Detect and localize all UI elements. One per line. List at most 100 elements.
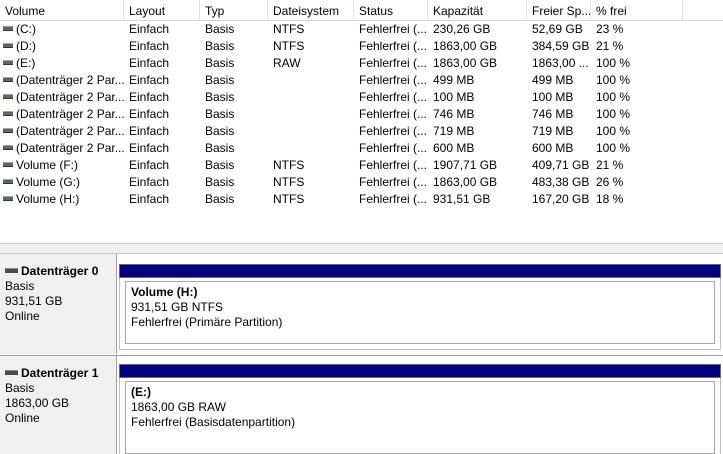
volume-free-space: 483,38 GB <box>532 175 590 189</box>
volume-name: (Datenträger 2 Par... <box>16 73 124 87</box>
volume-capacity: 719 MB <box>433 124 475 138</box>
volume-typ: Basis <box>205 158 235 172</box>
volume-layout: Einfach <box>129 141 170 155</box>
volume-free-space: 100 MB <box>532 90 574 104</box>
drive-icon <box>3 111 13 116</box>
volume-percent-free: 21 % <box>596 158 624 172</box>
disk-label[interactable]: Datenträger 1 Basis 1863,00 GB Online <box>0 356 117 454</box>
partition-status: Fehlerfrei (Primäre Partition) <box>131 315 283 329</box>
volume-typ: Basis <box>205 107 235 121</box>
drive-icon <box>3 94 13 99</box>
volume-name: (Datenträger 2 Par... <box>16 124 124 138</box>
volume-filesystem <box>268 140 354 157</box>
volume-row[interactable]: Volume (F:) Einfach Basis NTFS Fehlerfre… <box>0 157 723 174</box>
column-header-prozent-frei[interactable]: % frei <box>591 0 683 21</box>
volume-typ: Basis <box>205 39 235 53</box>
volume-filesystem: RAW <box>273 56 301 70</box>
volume-typ: Basis <box>205 90 235 104</box>
volume-status: Fehlerfrei (... <box>359 56 428 70</box>
volume-typ: Basis <box>205 124 235 138</box>
column-header-status[interactable]: Status <box>354 0 428 21</box>
volume-typ: Basis <box>205 141 235 155</box>
disk-row-1: Datenträger 1 Basis 1863,00 GB Online (E… <box>0 356 723 454</box>
volume-name: (C:) <box>16 22 36 36</box>
volume-name: (D:) <box>16 39 36 53</box>
volume-status: Fehlerfrei (... <box>359 107 428 121</box>
volume-row[interactable]: (Datenträger 2 Par... Einfach Basis Fehl… <box>0 140 723 157</box>
volume-row[interactable]: Volume (G:) Einfach Basis NTFS Fehlerfre… <box>0 174 723 191</box>
volume-list[interactable]: Volume Layout Typ Dateisystem Status Kap… <box>0 0 723 243</box>
drive-icon <box>3 43 13 48</box>
volume-row[interactable]: (C:) Einfach Basis NTFS Fehlerfrei (... … <box>0 21 723 38</box>
disk-state: Online <box>5 309 40 323</box>
disk-name: Datenträger 1 <box>21 366 99 380</box>
disk-size: 1863,00 GB <box>5 396 70 410</box>
column-header-kapazitaet[interactable]: Kapazität <box>428 0 527 21</box>
volume-layout: Einfach <box>129 175 170 189</box>
volume-status: Fehlerfrei (... <box>359 22 428 36</box>
partition-detail: 931,51 GB NTFS <box>131 300 224 314</box>
disk-state: Online <box>5 411 40 425</box>
drive-icon <box>3 26 13 31</box>
pane-splitter[interactable] <box>0 243 723 254</box>
volume-row[interactable]: (E:) Einfach Basis RAW Fehlerfrei (... 1… <box>0 55 723 72</box>
column-header-typ[interactable]: Typ <box>200 0 268 21</box>
volume-name: (Datenträger 2 Par... <box>16 107 124 121</box>
drive-icon <box>3 145 13 150</box>
column-header-freier-speicher[interactable]: Freier Sp... <box>527 0 591 21</box>
volume-free-space: 746 MB <box>532 107 574 121</box>
volume-percent-free: 21 % <box>596 39 624 53</box>
volume-name: (Datenträger 2 Par... <box>16 141 124 155</box>
partition-block[interactable]: (E:) 1863,00 GB RAW Fehlerfrei (Basisdat… <box>119 378 721 454</box>
volume-name: Volume (H:) <box>16 192 80 206</box>
volume-filesystem: NTFS <box>273 158 305 172</box>
disk-view: Datenträger 0 Basis 931,51 GB Online Vol… <box>0 254 723 454</box>
disk-row-0: Datenträger 0 Basis 931,51 GB Online Vol… <box>0 254 723 354</box>
volume-free-space: 719 MB <box>532 124 574 138</box>
volume-capacity: 746 MB <box>433 107 475 121</box>
volume-row[interactable]: (Datenträger 2 Par... Einfach Basis Fehl… <box>0 72 723 89</box>
volume-status: Fehlerfrei (... <box>359 175 428 189</box>
volume-status: Fehlerfrei (... <box>359 192 428 206</box>
volume-layout: Einfach <box>129 39 170 53</box>
volume-capacity: 931,51 GB <box>433 192 491 206</box>
volume-percent-free: 23 % <box>596 22 624 36</box>
drive-icon <box>3 60 13 65</box>
partition-header-bar <box>119 364 721 378</box>
partition-detail: 1863,00 GB RAW <box>131 400 226 414</box>
partition-name: (E:) <box>131 385 151 399</box>
volume-status: Fehlerfrei (... <box>359 90 428 104</box>
volume-percent-free: 100 % <box>596 107 631 121</box>
volume-name: Volume (F:) <box>16 158 79 172</box>
volume-filesystem: NTFS <box>273 39 305 53</box>
partition-block[interactable]: Volume (H:) 931,51 GB NTFS Fehlerfrei (P… <box>119 278 721 350</box>
volume-capacity: 230,26 GB <box>433 22 491 36</box>
column-header-volume[interactable]: Volume <box>0 0 124 21</box>
volume-name: Volume (G:) <box>16 175 81 189</box>
volume-layout: Einfach <box>129 107 170 121</box>
volume-filesystem: NTFS <box>273 192 305 206</box>
volume-typ: Basis <box>205 56 235 70</box>
volume-percent-free: 100 % <box>596 90 631 104</box>
drive-icon <box>3 162 13 167</box>
column-header-layout[interactable]: Layout <box>124 0 200 21</box>
volume-free-space: 384,59 GB <box>532 39 590 53</box>
volume-percent-free: 100 % <box>596 73 631 87</box>
disk-icon <box>5 268 18 273</box>
volume-name: (Datenträger 2 Par... <box>16 90 124 104</box>
disk-label[interactable]: Datenträger 0 Basis 931,51 GB Online <box>0 254 117 354</box>
disk-type: Basis <box>5 279 35 293</box>
column-header-dateisystem[interactable]: Dateisystem <box>268 0 354 21</box>
volume-name: (E:) <box>16 56 36 70</box>
disk-icon <box>5 370 18 375</box>
volume-row[interactable]: (Datenträger 2 Par... Einfach Basis Fehl… <box>0 106 723 123</box>
volume-row[interactable]: (Datenträger 2 Par... Einfach Basis Fehl… <box>0 89 723 106</box>
volume-row[interactable]: (D:) Einfach Basis NTFS Fehlerfrei (... … <box>0 38 723 55</box>
disk-type: Basis <box>5 381 35 395</box>
volume-row[interactable]: Volume (H:) Einfach Basis NTFS Fehlerfre… <box>0 191 723 208</box>
volume-layout: Einfach <box>129 56 170 70</box>
volume-free-space: 409,71 GB <box>532 158 590 172</box>
volume-capacity: 1863,00 GB <box>433 175 498 189</box>
volume-free-space: 499 MB <box>532 73 574 87</box>
volume-row[interactable]: (Datenträger 2 Par... Einfach Basis Fehl… <box>0 123 723 140</box>
